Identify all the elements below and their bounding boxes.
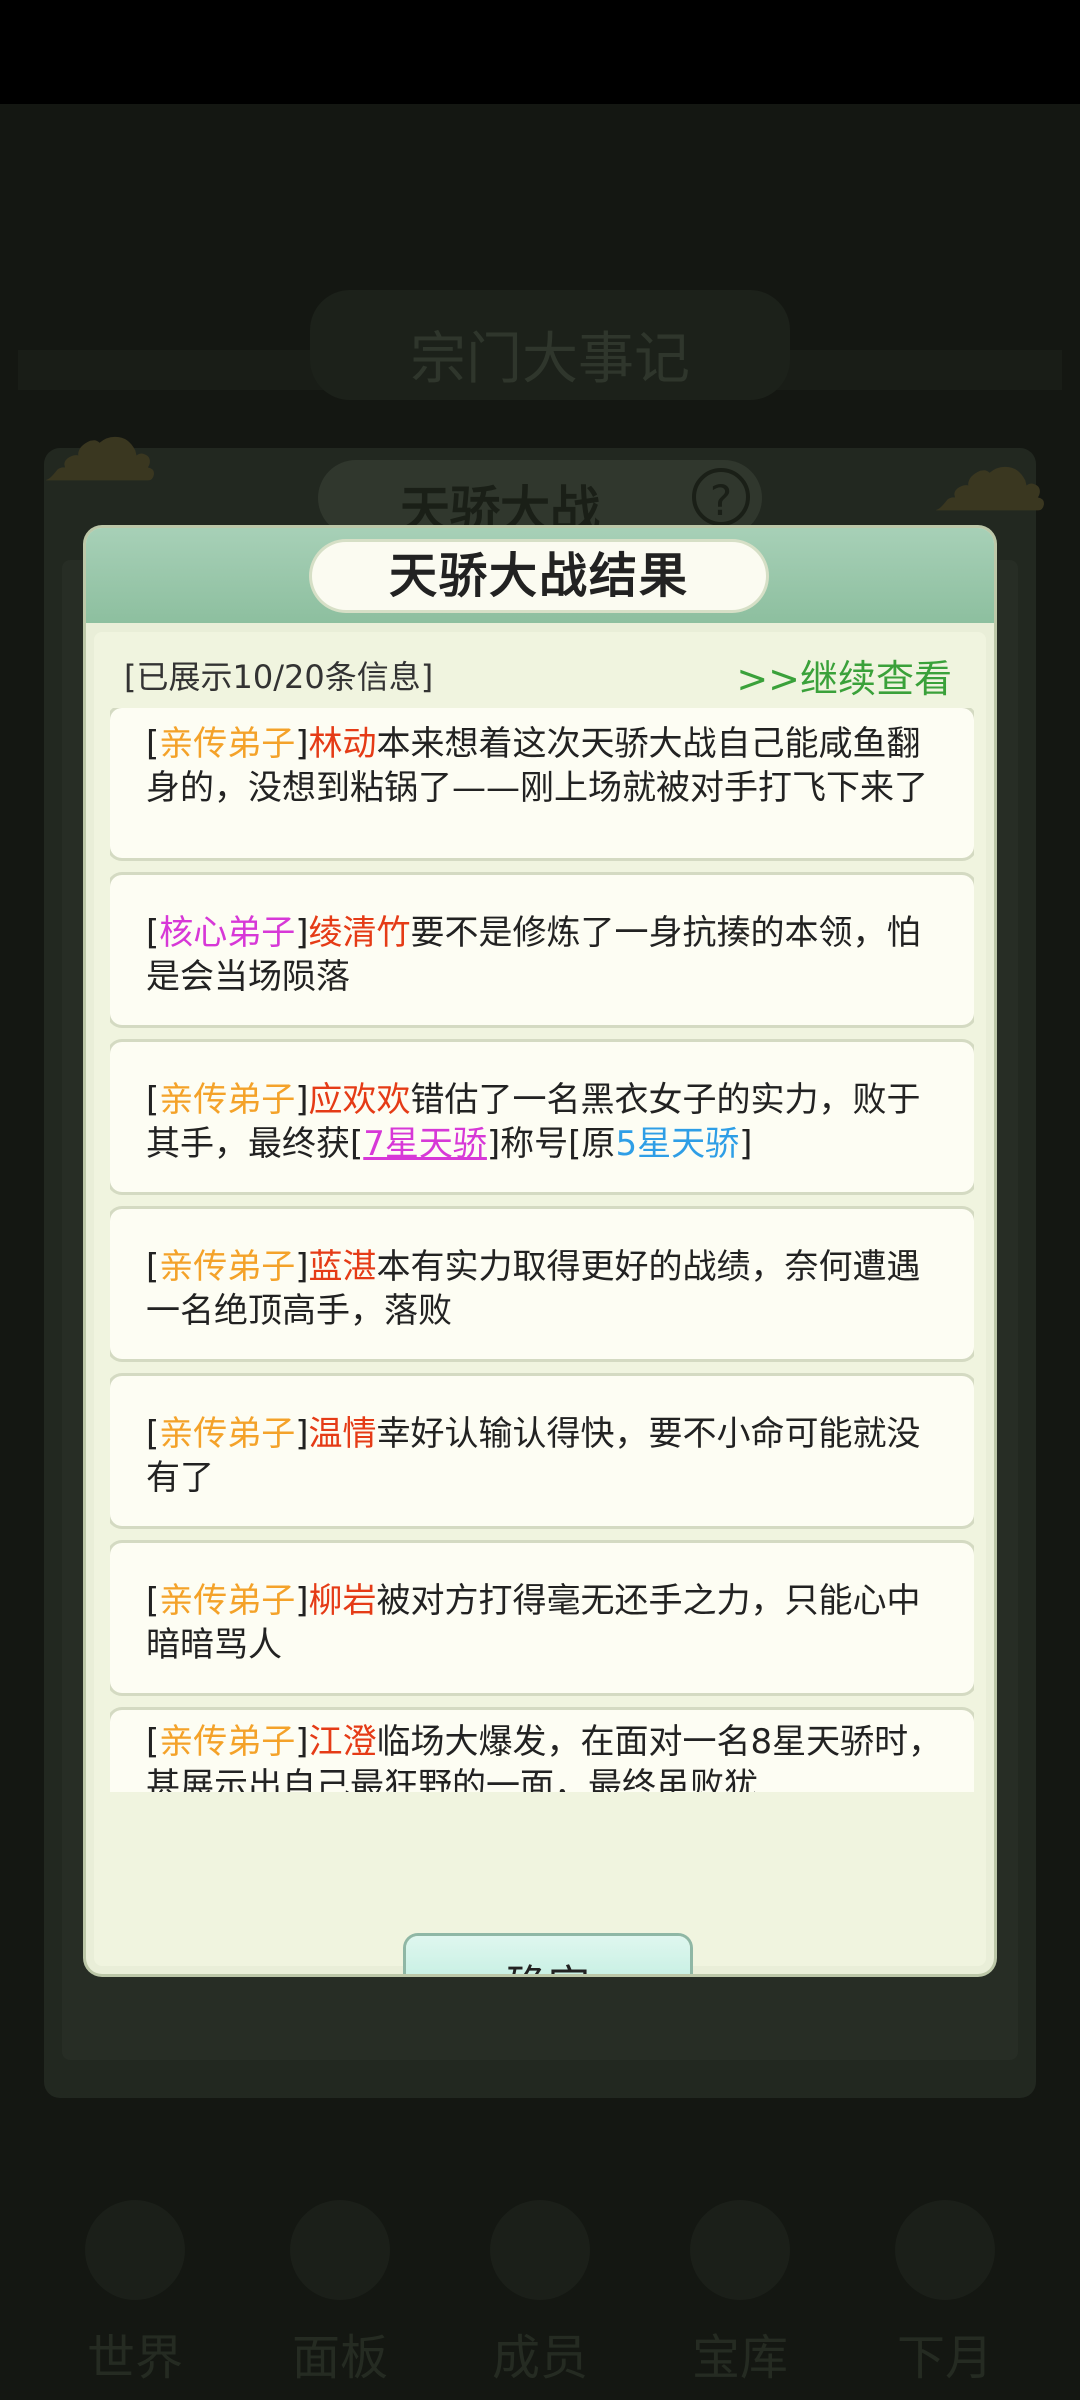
results-dialog: 天骄大战结果 [已展示10/20条信息] >>继续查看 [亲传弟子]林动本来想着… <box>86 528 994 1974</box>
tab-label: 世界 <box>86 2330 183 2386</box>
cloud-ornament-icon: ☁ <box>930 400 1050 539</box>
list-item: [亲传弟子]温情幸好认输认得快，要不小命可能就没有了 <box>110 1376 974 1526</box>
disciple-name: 应欢欢 <box>308 1080 411 1120</box>
list-item: [亲传弟子]蓝湛本有实力取得更好的战绩，奈何遭遇一名绝顶高手，落败 <box>110 1209 974 1359</box>
tab-next-month: 下月 <box>870 2180 1020 2400</box>
disciple-name: 柳岩 <box>308 1581 377 1621</box>
disciple-rank: 亲传弟子 <box>159 1247 296 1287</box>
tab-label: 成员 <box>491 2330 588 2386</box>
disciple-rank: 亲传弟子 <box>159 1722 296 1762</box>
disciple-rank: 亲传弟子 <box>159 1581 296 1621</box>
next-month-icon <box>895 2200 995 2300</box>
tab-label: 宝库 <box>691 2330 788 2386</box>
results-list[interactable]: [亲传弟子]林动本来想着这次天骄大战自己能咸鱼翻身的，没想到粘锅了——刚上场就被… <box>110 708 974 1792</box>
tab-panel: 面板 <box>265 2180 415 2400</box>
status-bar <box>0 0 1080 104</box>
disciple-name: 江澄 <box>308 1722 377 1762</box>
disciple-name: 蓝湛 <box>308 1247 377 1287</box>
tab-label: 下月 <box>896 2330 993 2386</box>
disciple-rank: 亲传弟子 <box>159 1080 296 1120</box>
disciple-name: 绫清竹 <box>308 913 411 953</box>
info-count: [已展示10/20条信息] <box>124 658 434 696</box>
dialog-header: 天骄大战结果 <box>86 528 994 623</box>
new-title-link[interactable]: 7星天骄 <box>363 1124 487 1164</box>
entry-text-mid: 称号[原 <box>500 1124 616 1164</box>
continue-view-link[interactable]: >>继续查看 <box>736 648 952 703</box>
list-item: [亲传弟子]应欢欢错估了一名黑衣女子的实力，败于其手，最终获[7星天骄]称号[原… <box>110 1042 974 1192</box>
disciple-rank: 核心弟子 <box>159 913 296 953</box>
members-icon <box>490 2200 590 2300</box>
disciple-name: 林动 <box>308 724 377 764</box>
bg-header-title: 宗门大事记 <box>410 327 690 392</box>
panel-icon <box>290 2200 390 2300</box>
cloud-ornament-icon: ☁ <box>40 370 160 509</box>
list-item: [亲传弟子]林动本来想着这次天骄大战自己能咸鱼翻身的，没想到粘锅了——刚上场就被… <box>110 708 974 858</box>
disciple-name: 温情 <box>308 1414 377 1454</box>
list-item: [亲传弟子]柳岩被对方打得毫无还手之力，只能心中暗暗骂人 <box>110 1543 974 1693</box>
tab-label: 面板 <box>291 2330 388 2386</box>
tab-members: 成员 <box>465 2180 615 2400</box>
bg-panel-title-pill: 天骄大战 ? <box>318 460 762 539</box>
disciple-rank: 亲传弟子 <box>159 724 296 764</box>
bg-header: 宗门大事记 <box>310 290 790 400</box>
old-title: 5星天骄 <box>615 1124 740 1164</box>
help-icon: ? <box>692 468 750 526</box>
tab-world: 世界 <box>60 2180 210 2400</box>
dialog-title: 天骄大战结果 <box>312 542 766 610</box>
tab-treasury: 宝库 <box>665 2180 815 2400</box>
dialog-body: [已展示10/20条信息] >>继续查看 [亲传弟子]林动本来想着这次天骄大战自… <box>94 632 986 1974</box>
list-item: [核心弟子]绫清竹要不是修炼了一身抗揍的本领，怕是会当场陨落 <box>110 875 974 1025</box>
list-item: [亲传弟子]江澄临场大爆发，在面对一名8星天骄时，甚展示出自己最狂野的一面，最终… <box>110 1710 974 1792</box>
treasury-icon <box>690 2200 790 2300</box>
confirm-button[interactable]: 确定 <box>406 1936 690 1974</box>
entry-text-end: ] <box>739 1124 753 1164</box>
bottom-tab-bar: 世界 面板 成员 宝库 下月 <box>0 2180 1080 2400</box>
disciple-rank: 亲传弟子 <box>159 1414 296 1454</box>
world-icon <box>85 2200 185 2300</box>
